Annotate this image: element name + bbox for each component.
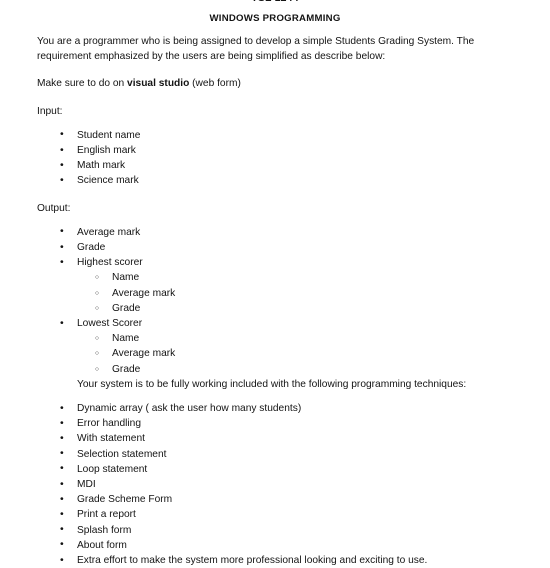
list-item: Average mark	[77, 346, 550, 363]
list-item: Name	[77, 331, 550, 348]
intro-paragraph: You are a programmer who is being assign…	[37, 36, 475, 63]
list-item: Grade	[77, 362, 550, 379]
highest-scorer-sublist-wrapper: Name Average mark Grade	[0, 270, 550, 318]
list-item: Average mark	[0, 224, 550, 240]
list-item: Grade	[0, 240, 550, 255]
lowest-scorer-sublist-wrapper: Name Average mark Grade	[0, 331, 550, 379]
platform-line: Make sure to do on visual studio (web fo…	[0, 76, 550, 91]
list-item: Student name	[0, 127, 550, 143]
input-list: Student name English mark Math mark Scie…	[0, 127, 550, 189]
list-item: With statement	[0, 431, 550, 446]
list-item: Print a report	[0, 507, 550, 522]
list-item: Dynamic array ( ask the user how many st…	[0, 401, 550, 416]
list-item: Science mark	[0, 173, 550, 188]
lowest-scorer-sublist: Name Average mark Grade	[77, 331, 550, 379]
list-item: Splash form	[0, 522, 550, 538]
list-item: MDI	[0, 477, 550, 492]
platform-line-suffix: (web form)	[189, 78, 241, 90]
document-page: TSL 1244 WINDOWS PROGRAMMING You are a p…	[0, 0, 550, 568]
input-section-label: Input:	[37, 105, 63, 117]
list-item: Math mark	[0, 158, 550, 173]
list-item: Selection statement	[0, 446, 550, 462]
output-section-label: Output:	[37, 202, 71, 214]
lowest-scorer-item: Lowest Scorer	[0, 316, 550, 331]
list-item: Grade	[77, 301, 550, 318]
platform-line-bold: visual studio	[127, 78, 190, 90]
list-item: English mark	[0, 143, 550, 158]
highest-scorer-sublist: Name Average mark Grade	[77, 270, 550, 318]
platform-line-prefix: Make sure to do on	[37, 78, 128, 90]
list-item: Average mark	[77, 286, 550, 303]
list-item: Error handling	[0, 416, 550, 431]
running-header: TSL 1244	[0, 0, 550, 2]
techniques-list: Dynamic array ( ask the user how many st…	[0, 401, 550, 568]
list-item: Loop statement	[0, 461, 550, 477]
document-body: WINDOWS PROGRAMMING You are a programmer…	[0, 12, 550, 568]
list-item: Highest scorer	[0, 255, 550, 270]
page-title: WINDOWS PROGRAMMING	[209, 13, 341, 24]
techniques-intro-line: Your system is to be fully working inclu…	[77, 378, 467, 390]
output-list: Average mark Grade Highest scorer Name A…	[0, 224, 550, 392]
list-item: Grade Scheme Form	[0, 492, 550, 507]
list-item: About form	[0, 537, 550, 553]
list-item: Name	[77, 270, 550, 287]
